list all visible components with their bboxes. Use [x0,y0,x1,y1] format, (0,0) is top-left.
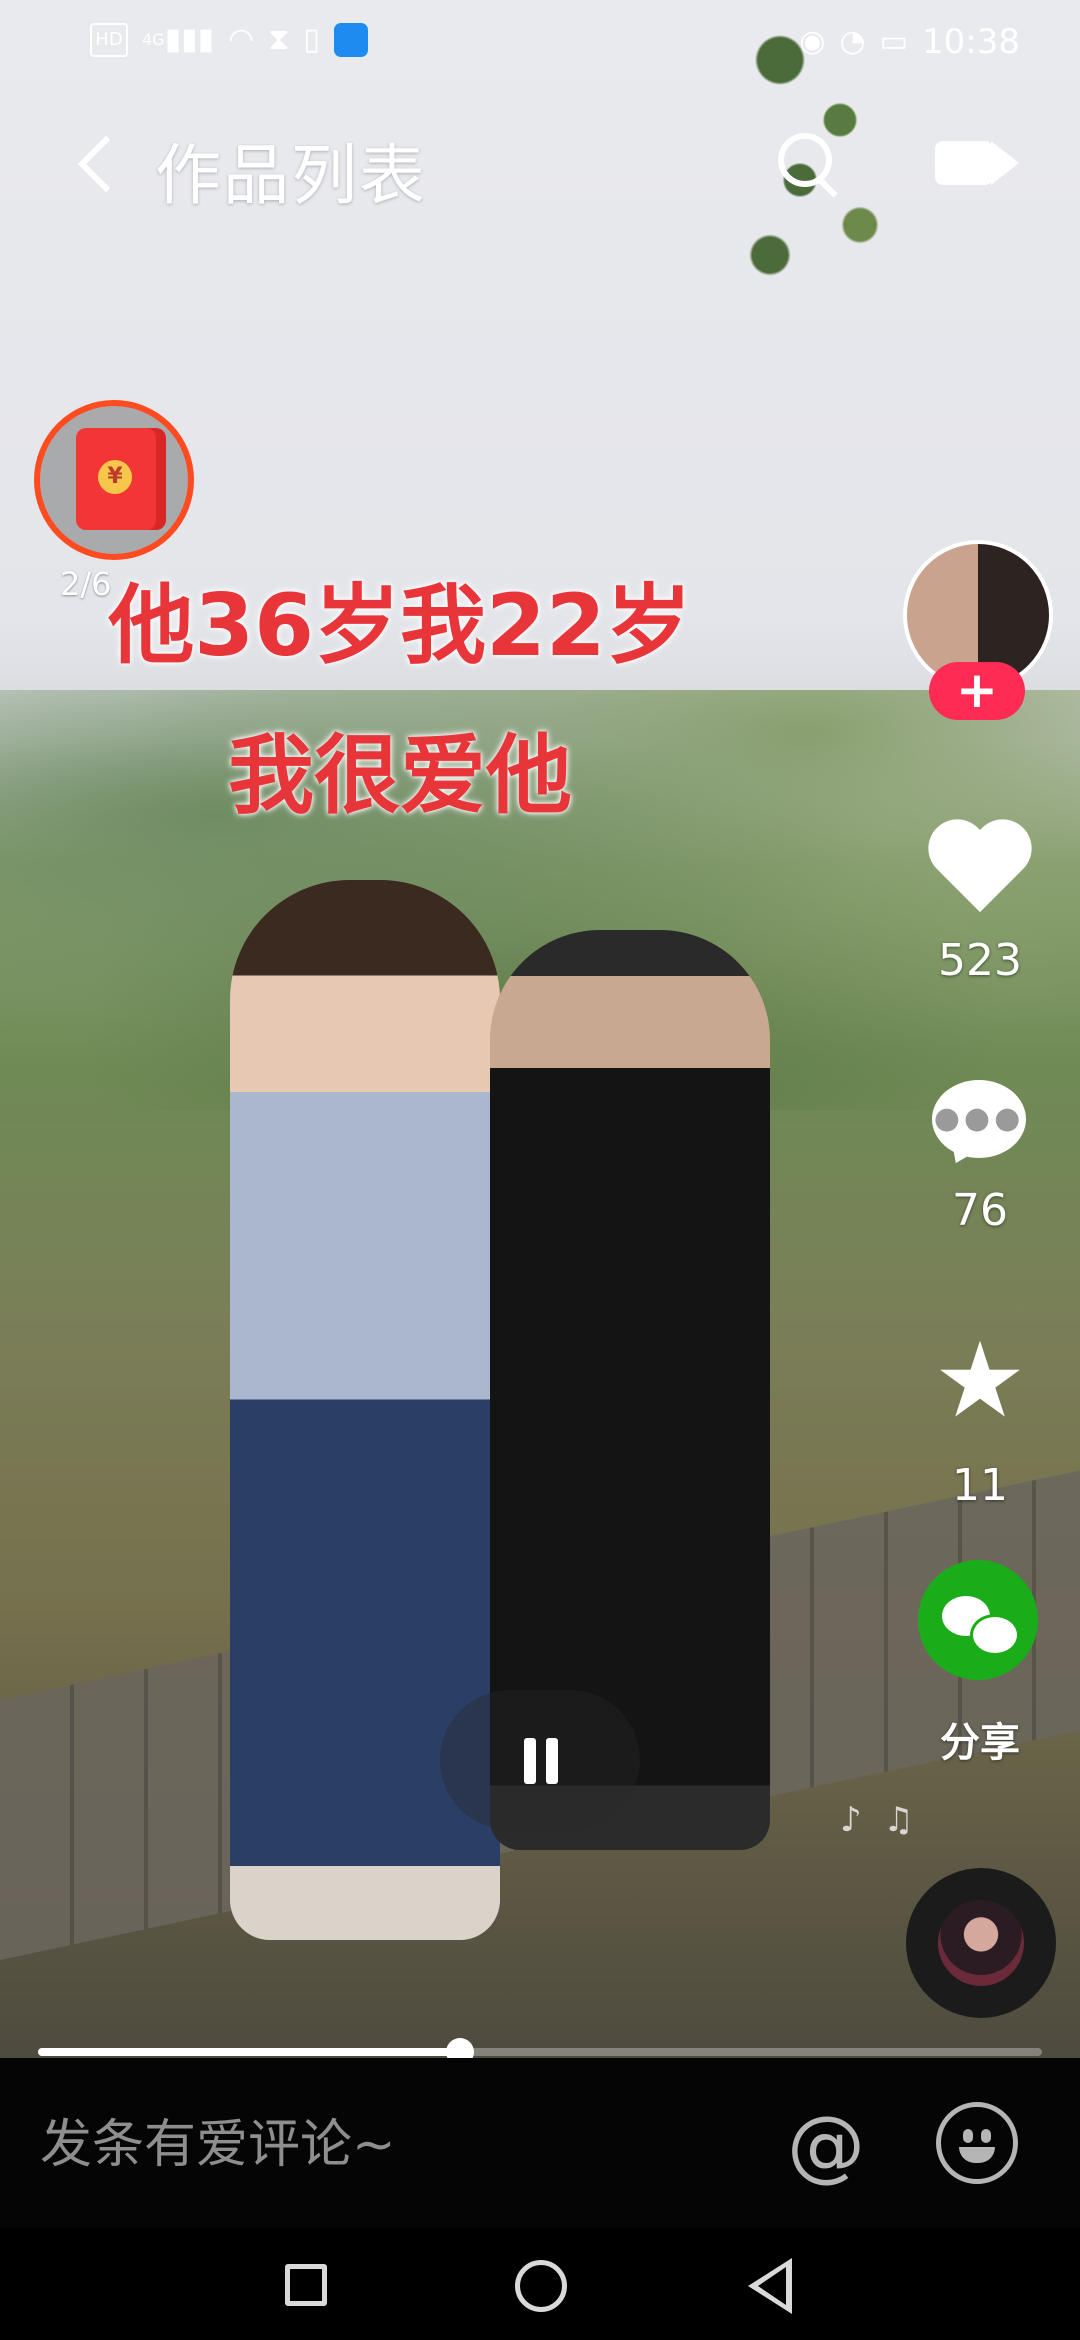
follow-button[interactable]: + [929,662,1025,720]
system-nav-bar [0,2228,1080,2340]
battery-saver-icon: ▯ [303,22,320,57]
comment-count: 76 [952,1185,1008,1236]
top-bar: 作品列表 [0,110,1080,220]
hd-indicator: HD [90,23,128,57]
pause-icon[interactable] [440,1690,640,1830]
star-icon[interactable]: ★ [925,1325,1035,1435]
video-player-screen: 他36岁我22岁 我很爱他 HD 4G▮▮▮ ◠ ⧗ ▯ ◉ ◔ ▭ 10:38… [0,0,1080,2340]
share-label: 分享 [940,1720,1020,1766]
like-count-wrap: 523 [905,935,1055,986]
clock: 10:38 [922,22,1020,62]
wifi-icon: ◠ [228,22,255,57]
wechat-icon[interactable] [918,1560,1038,1680]
playback-progress-fill [38,2048,460,2056]
hourglass-icon: ⧗ [268,22,290,57]
red-packet-button[interactable]: ¥ [34,400,194,560]
share-label-wrap: 分享 [905,1710,1055,1768]
heart-icon[interactable] [925,822,1035,922]
music-disc-icon[interactable] [906,1868,1056,2018]
camera-icon[interactable] [935,135,1021,189]
back-chevron-icon[interactable] [70,128,140,198]
video-caption-line2: 我很爱他 [228,726,572,826]
alarm-icon: ◔ [839,24,866,59]
app-notification-icon [333,23,368,57]
music-cover-art [938,1900,1024,1986]
music-notes-decoration: ♪ ♫ [840,1800,914,1840]
like-count: 523 [938,935,1022,986]
mention-icon[interactable]: @ [786,2106,866,2186]
comment-count-wrap: 76 [905,1185,1055,1236]
comment-bar: @ [0,2058,1080,2228]
comment-bubble-icon[interactable]: ●●● [932,1080,1026,1158]
comment-input[interactable] [38,2104,742,2186]
eye-icon: ◉ [799,24,826,59]
page-title: 作品列表 [155,137,427,214]
status-bar: HD 4G▮▮▮ ◠ ⧗ ▯ ◉ ◔ ▭ 10:38 [0,0,1080,84]
signal-icon: 4G▮▮▮ [142,22,215,57]
emoji-icon[interactable] [936,2102,1018,2184]
battery-icon: ▭ [879,24,909,59]
home-button[interactable] [515,2260,567,2312]
nav-back-button[interactable] [748,2258,792,2314]
recent-apps-button[interactable] [285,2264,327,2306]
red-packet-progress: 2/6 [60,565,112,603]
search-icon[interactable] [770,125,842,197]
coin-icon: ¥ [98,460,132,494]
favorite-count-wrap: 11 [905,1460,1055,1511]
playback-progress-bar[interactable] [38,2038,1042,2066]
favorite-count: 11 [952,1460,1008,1511]
